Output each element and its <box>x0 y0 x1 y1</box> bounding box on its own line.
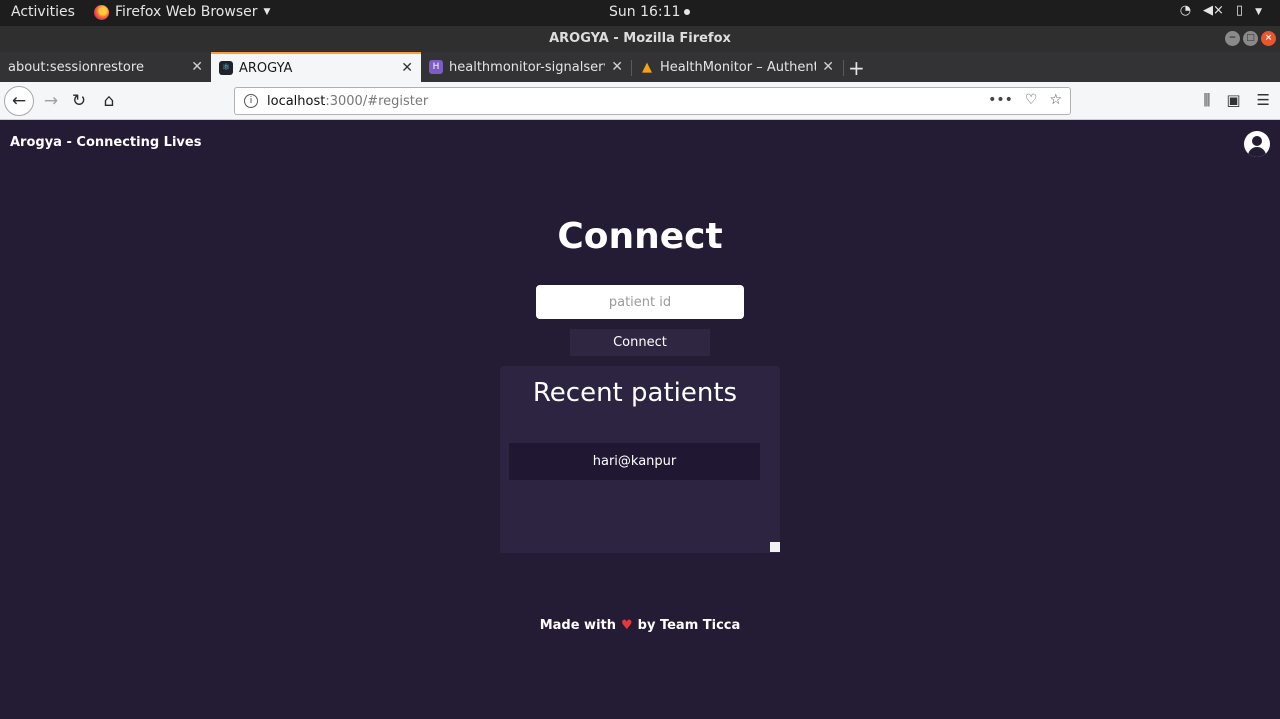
toolbar-right: ⫼ ▣ ☰ <box>1203 91 1270 109</box>
recent-patient-item[interactable]: hari@kanpur <box>509 443 760 480</box>
activities-button[interactable]: Activities <box>11 4 75 20</box>
footer-suffix: by Team Ticca <box>637 618 741 633</box>
heart-icon: ♥ <box>621 618 633 633</box>
window-title: AROGYA - Mozilla Firefox <box>549 31 731 46</box>
sidebar-icon[interactable]: ▣ <box>1226 91 1240 109</box>
back-button[interactable]: ← <box>4 86 34 116</box>
recent-patients-title: Recent patients <box>532 378 738 408</box>
tab-sessionrestore[interactable]: about:sessionrestore ✕ <box>0 52 211 82</box>
url-actions: ••• ♡ ☆ <box>988 92 1062 108</box>
react-icon: ⚛ <box>219 61 233 75</box>
connect-button[interactable]: Connect <box>570 329 710 356</box>
forward-button[interactable]: → <box>38 88 64 114</box>
volume-icon: ◀× <box>1203 3 1224 18</box>
recent-patients-panel: Recent patients hari@kanpur <box>500 366 780 553</box>
user-avatar-icon[interactable] <box>1244 131 1270 157</box>
reload-button[interactable]: ↻ <box>66 88 92 114</box>
heroku-icon: H <box>429 60 443 74</box>
maximize-button[interactable]: □ <box>1243 31 1258 46</box>
tab-healthmonitor-authentication[interactable]: ▲ HealthMonitor – Authentication ✕ <box>632 52 842 82</box>
tab-healthmonitor-signalserver[interactable]: H healthmonitor-signalserver ✕ <box>421 52 631 82</box>
avatar-head <box>1252 136 1262 146</box>
tab-label: HealthMonitor – Authentication <box>660 59 817 75</box>
close-tab-icon[interactable]: ✕ <box>822 59 834 75</box>
battery-icon: ▯ <box>1235 3 1244 18</box>
url-path: :3000/#register <box>325 93 429 109</box>
window-controls: − □ × <box>1225 31 1276 46</box>
close-window-button[interactable]: × <box>1261 31 1276 46</box>
new-tab-button[interactable]: + <box>848 56 865 80</box>
window-title-bar: AROGYA - Mozilla Firefox − □ × <box>0 26 1280 52</box>
site-info-icon[interactable]: i <box>244 94 258 108</box>
footer-prefix: Made with <box>539 618 616 633</box>
tab-separator <box>843 60 844 76</box>
wifi-icon: ◔ <box>1179 3 1192 18</box>
chevron-down-icon: ▼ <box>263 7 271 17</box>
bookmark-star-icon[interactable]: ☆ <box>1049 92 1062 108</box>
tab-label: AROGYA <box>239 60 293 76</box>
footer: Made with ♥ by Team Ticca <box>0 618 1280 633</box>
tab-label: about:sessionrestore <box>8 59 144 75</box>
patient-id-input[interactable] <box>536 285 744 319</box>
clock-label: Sun 16:11 <box>609 4 681 20</box>
firebase-icon: ▲ <box>642 59 652 75</box>
close-tab-icon[interactable]: ✕ <box>191 59 203 75</box>
app-menu[interactable]: Firefox Web Browser ▼ <box>94 4 270 20</box>
close-tab-icon[interactable]: ✕ <box>611 59 623 75</box>
library-icon[interactable]: ⫼ <box>1203 91 1210 109</box>
clock[interactable]: Sun 16:11 <box>609 4 691 20</box>
firefox-icon <box>94 4 109 20</box>
web-page: Arogya - Connecting Lives Connect Connec… <box>0 121 1280 719</box>
hamburger-menu-icon[interactable]: ☰ <box>1257 91 1270 109</box>
home-button[interactable]: ⌂ <box>96 88 122 114</box>
system-status-area[interactable]: ◔ ◀× ▯ ▼ <box>1180 3 1262 22</box>
navigation-toolbar: ← → ↻ ⌂ i localhost :3000/#register ••• … <box>0 82 1280 120</box>
minimize-button[interactable]: − <box>1225 31 1240 46</box>
close-tab-icon[interactable]: ✕ <box>401 60 413 76</box>
tab-arogya[interactable]: ⚛ AROGYA ✕ <box>211 52 421 82</box>
page-title: Connect <box>557 216 723 257</box>
brand-title[interactable]: Arogya - Connecting Lives <box>10 135 201 150</box>
page-actions-icon[interactable]: ••• <box>988 92 1013 108</box>
app-name: Firefox Web Browser <box>115 4 258 20</box>
pocket-icon[interactable]: ♡ <box>1025 92 1038 108</box>
url-bar[interactable]: i localhost :3000/#register ••• ♡ ☆ <box>234 87 1071 115</box>
tab-strip: about:sessionrestore ✕ ⚛ AROGYA ✕ H heal… <box>0 52 1280 82</box>
url-host: localhost <box>267 93 326 109</box>
resize-handle[interactable] <box>770 542 780 552</box>
avatar-body <box>1248 147 1266 157</box>
notification-dot-icon <box>684 9 691 15</box>
os-top-bar: Activities Firefox Web Browser ▼ Sun 16:… <box>0 0 1280 26</box>
chevron-down-icon: ▼ <box>1255 7 1262 17</box>
tab-label: healthmonitor-signalserver <box>449 59 605 75</box>
